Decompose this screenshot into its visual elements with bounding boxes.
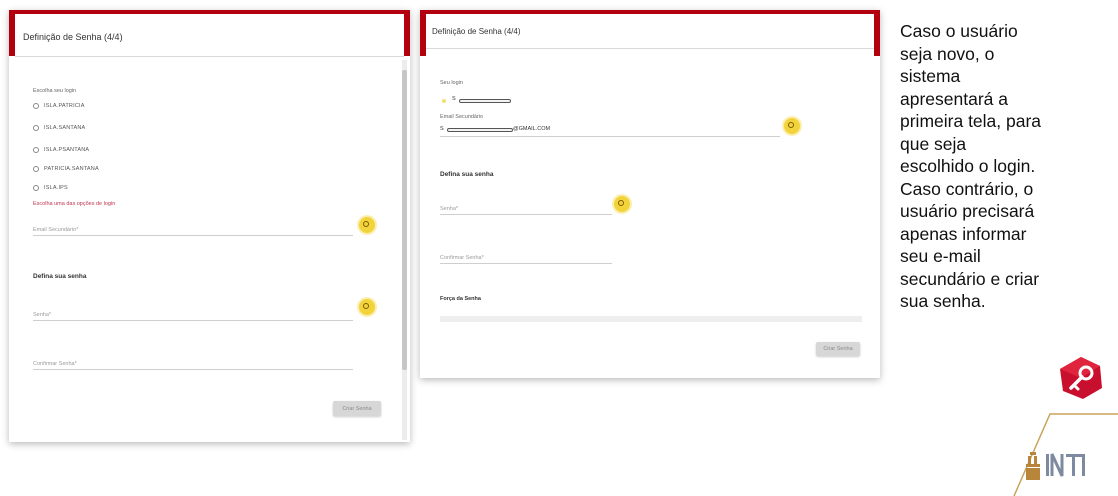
help-icon-glyph <box>363 221 369 227</box>
login-option-label: ISLA.IPS <box>44 185 68 191</box>
key-icon <box>1059 356 1103 400</box>
radio-button[interactable] <box>33 147 39 153</box>
login-option[interactable]: ISLA.PATRICIA <box>33 101 85 111</box>
redacted-email <box>447 128 513 132</box>
login-option[interactable]: ISLA.IPS <box>33 183 68 193</box>
password-form-new-user: Definição de Senha (4/4) Escolha seu log… <box>9 10 410 442</box>
explanation-line: Caso contrário, o <box>900 178 1034 199</box>
define-password-title: Defina sua senha <box>33 273 87 280</box>
radio-button[interactable] <box>33 185 39 191</box>
slide: Definição de Senha (4/4) Escolha seu log… <box>0 0 1118 496</box>
explanation-line: Caso o usuário <box>900 21 1018 41</box>
scrollbar-thumb[interactable] <box>402 70 407 370</box>
radio-button[interactable] <box>33 125 39 131</box>
password-field[interactable]: Senha* <box>33 308 353 321</box>
confirm-password-field[interactable]: Confirmar Senha* <box>33 357 353 370</box>
login-value: S <box>452 96 456 102</box>
selected-login-indicator <box>442 99 446 103</box>
help-icon[interactable] <box>614 196 630 212</box>
help-icon-glyph <box>363 303 369 309</box>
explanation-line: apenas informar <box>900 223 1027 244</box>
secondary-email-label: Email Secundário <box>440 114 484 120</box>
header-accent-left <box>420 10 426 56</box>
login-option[interactable]: ISLA.SANTANA <box>33 123 85 133</box>
help-icon-glyph <box>788 122 794 128</box>
help-icon[interactable] <box>359 299 375 315</box>
radio-button[interactable] <box>33 103 39 109</box>
password-field[interactable]: Senha* <box>440 202 612 215</box>
redacted-login <box>459 99 511 103</box>
password-form-existing-user: Definição de Senha (4/4) Seu login S Ema… <box>420 10 880 378</box>
password-placeholder: Senha* <box>33 312 52 318</box>
confirm-password-placeholder: Confirmar Senha* <box>440 255 484 261</box>
form-title: Definição de Senha (4/4) <box>432 27 521 36</box>
login-option-label: ISLA.PATRICIA <box>44 103 85 109</box>
key-icon-graphic <box>1060 357 1102 399</box>
explanation-line: seja novo, o <box>900 43 995 64</box>
define-password-title: Defina sua senha <box>440 171 494 178</box>
header-accent-right <box>404 10 410 56</box>
help-icon-glyph <box>618 200 624 206</box>
form-title: Definição de Senha (4/4) <box>23 32 123 42</box>
password-strength-label: Força da Senha <box>440 296 481 302</box>
explanation-line: usuário precisará <box>900 201 1035 221</box>
create-password-button[interactable]: Criar Senha <box>333 401 381 416</box>
header-accent-right <box>874 10 880 56</box>
secondary-email-value-prefix: S <box>440 126 444 132</box>
password-strength-bar <box>440 316 862 322</box>
explanation-line: escolhido o login. <box>900 156 1036 176</box>
password-placeholder: Senha* <box>440 206 459 212</box>
login-option-label: ISLA.SANTANA <box>44 125 86 131</box>
institution-logo <box>1012 412 1118 496</box>
title-divider <box>426 48 874 49</box>
your-login-label: Seu login <box>440 80 463 86</box>
help-icon[interactable] <box>784 118 800 134</box>
logo-graphic <box>1013 413 1118 496</box>
header-accent-left <box>9 10 15 56</box>
login-error-message: Escolha uma das opções de login <box>33 201 116 207</box>
explanation-line: sistema <box>900 66 961 86</box>
help-icon[interactable] <box>359 217 375 233</box>
explanation-text: Caso o usuário seja novo, o sistema apre… <box>900 20 1100 313</box>
explanation-line: primeira tela, para <box>900 111 1042 131</box>
secondary-email-placeholder: Email Secundário* <box>33 227 79 233</box>
explanation-line: sua senha. <box>900 291 986 311</box>
secondary-email-field[interactable]: Email Secundário* <box>33 223 353 236</box>
explanation-line: seu e-mail <box>900 246 981 266</box>
confirm-password-placeholder: Confirmar Senha* <box>33 361 77 367</box>
explanation-line: secundário e criar <box>900 268 1040 289</box>
confirm-password-field[interactable]: Confirmar Senha* <box>440 251 612 264</box>
radio-button[interactable] <box>33 166 39 172</box>
login-option-label: ISLA.PSANTANA <box>44 147 90 153</box>
login-option-label: PATRICIA.SANTANA <box>44 166 99 172</box>
header-accent <box>9 10 410 14</box>
title-divider <box>15 56 404 57</box>
create-password-button[interactable]: Criar Senha <box>816 342 860 356</box>
header-accent <box>420 10 880 14</box>
explanation-line: que seja <box>900 133 967 154</box>
login-option[interactable]: ISLA.PSANTANA <box>33 145 89 155</box>
secondary-email-value-suffix: @GMAIL.COM <box>513 126 551 132</box>
choose-login-label: Escolha seu login <box>33 88 77 94</box>
secondary-email-field[interactable]: S @GMAIL.COM <box>440 122 780 137</box>
login-option[interactable]: PATRICIA.SANTANA <box>33 164 99 174</box>
explanation-line: apresentará a <box>900 88 1008 109</box>
